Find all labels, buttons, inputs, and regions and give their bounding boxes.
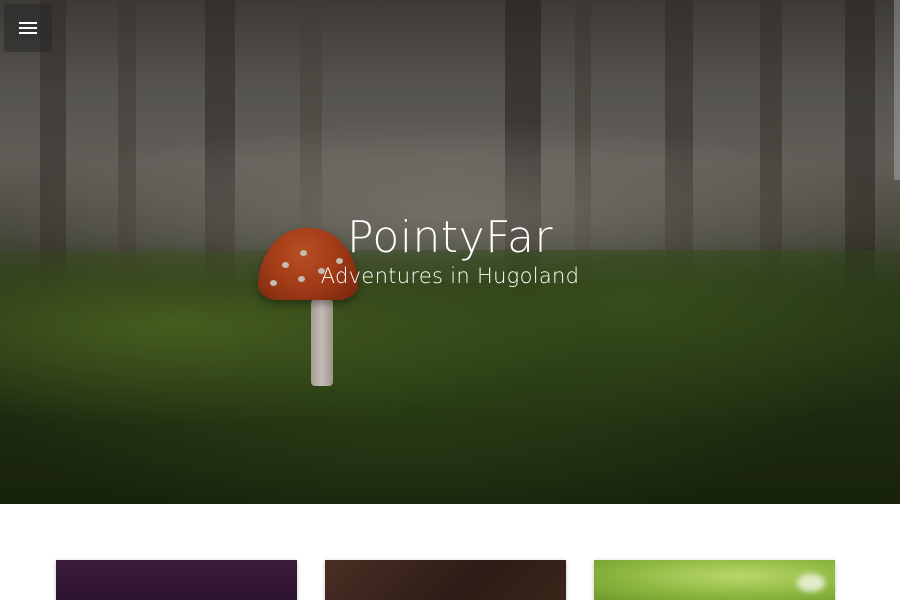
site-subtitle: Adventures in Hugoland [320,264,580,288]
post-card-thumbnail[interactable] [594,560,835,600]
post-card-thumbnail[interactable] [56,560,297,600]
hamburger-menu-icon [19,22,37,34]
menu-button[interactable] [4,4,52,52]
hero-banner: PointyFar Adventures in Hugoland [0,0,900,504]
scrollbar[interactable] [894,0,900,180]
post-card-thumbnail[interactable] [325,560,566,600]
site-title[interactable]: PointyFar [0,212,900,263]
